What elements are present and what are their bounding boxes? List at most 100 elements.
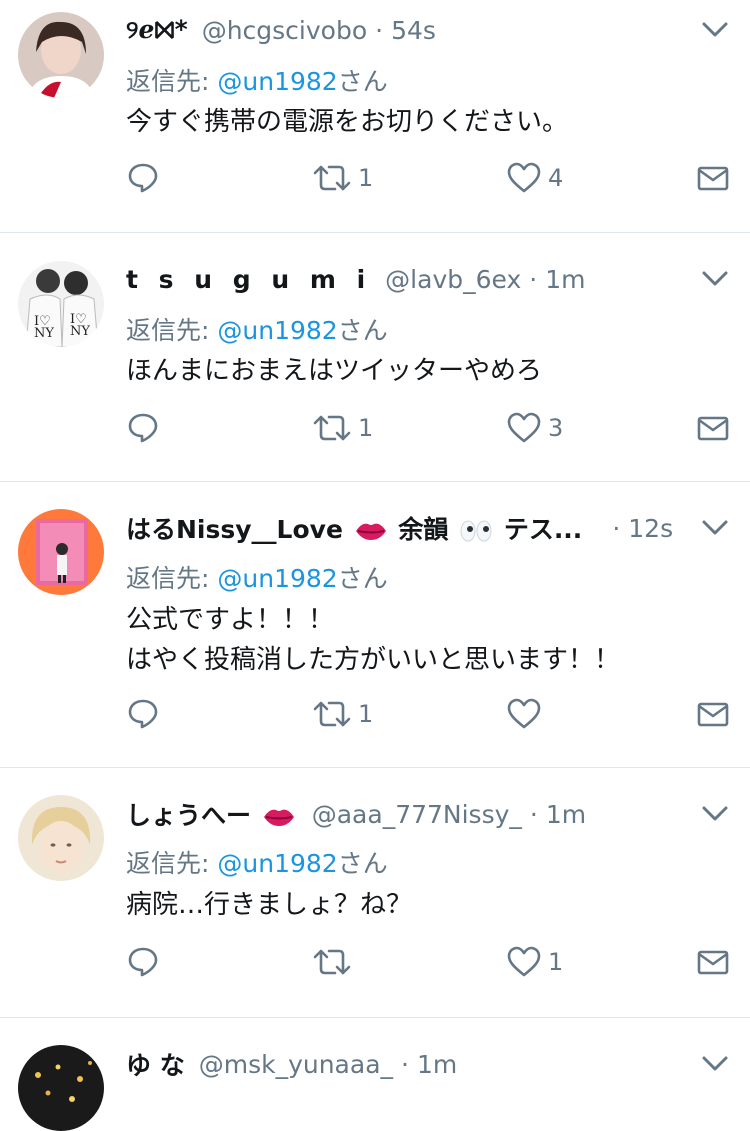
user-handle[interactable]: @msk_yunaaa_ [199, 1050, 393, 1079]
reply-mention[interactable]: @un1982 [217, 849, 337, 878]
separator-dot: · [401, 1049, 409, 1079]
tweet-actions: 1 4 [126, 160, 736, 196]
eyes-icon [460, 520, 492, 542]
display-name-part: 余韻 [398, 515, 449, 544]
reply-suffix: さん [337, 849, 388, 878]
tweet-header: ゆ な @msk_yunaaa_ · 1m [126, 1044, 690, 1084]
reply-icon [128, 413, 158, 443]
display-name[interactable]: はるNissy__Love 余韻 テス... [126, 510, 582, 546]
chevron-down-icon[interactable] [700, 14, 730, 44]
user-handle[interactable]: @aaa_777Nissy_ [312, 800, 522, 829]
retweet-icon [313, 165, 351, 191]
tweet[interactable]: ゆ な @msk_yunaaa_ · 1m [0, 1018, 750, 1131]
reply-button[interactable] [126, 944, 160, 980]
display-name[interactable]: t s u g u m i [126, 265, 371, 294]
timestamp[interactable]: 1m [546, 800, 586, 829]
avatar[interactable]: I♡ NY I♡ NY [18, 261, 104, 347]
chevron-down-icon[interactable] [700, 1048, 730, 1078]
separator-dot: · [612, 513, 621, 543]
tweet-text-line: 病院…行きましょ？ね？ [126, 890, 413, 920]
tweet[interactable]: I♡ NY I♡ NY t s u g u m i @lavb_6ex · 1m… [0, 233, 750, 482]
heart-icon [507, 698, 541, 729]
timestamp[interactable]: 54s [391, 16, 436, 45]
tweet-text-line: 今すぐ携帯の電源をお切りください。 [126, 107, 569, 137]
mail-icon [697, 702, 729, 727]
reply-context: 返信先: @un1982さん [126, 311, 388, 347]
svg-text:NY: NY [34, 326, 54, 341]
tweet-actions: 1 [126, 944, 736, 980]
display-name-part: はるNissy__Love [126, 515, 343, 544]
tweet[interactable]: しょうへー @aaa_777Nissy_ · 1m 返信先: @un1982さん… [0, 768, 750, 1018]
user-handle[interactable]: @hcgscivobo [202, 16, 367, 45]
reply-mention[interactable]: @un1982 [217, 564, 337, 593]
reply-prefix: 返信先: [126, 67, 210, 96]
user-handle[interactable]: @lavb_6ex [385, 265, 521, 294]
kiss-lips-icon [355, 523, 386, 540]
avatar[interactable] [18, 12, 104, 98]
heart-icon [507, 162, 541, 193]
tweet-actions: 1 3 [126, 410, 736, 446]
like-button[interactable]: 1 [506, 944, 563, 980]
timestamp[interactable]: 1m [545, 265, 585, 294]
reply-context: 返信先: @un1982さん [126, 559, 388, 595]
tweet[interactable]: ୨ℯ⨝* @hcgscivobo · 54s 返信先: @un1982さん 今す… [0, 0, 750, 233]
retweet-count: 1 [358, 164, 374, 192]
timestamp[interactable]: 1m [417, 1050, 457, 1079]
retweet-count: 1 [358, 414, 374, 442]
like-button[interactable] [506, 696, 548, 732]
dm-button[interactable] [696, 410, 730, 446]
reply-icon [128, 699, 158, 729]
tweet-header: t s u g u m i @lavb_6ex · 1m [126, 259, 690, 299]
chevron-down-icon[interactable] [700, 798, 730, 828]
dm-button[interactable] [696, 944, 730, 980]
tweet-header: ୨ℯ⨝* @hcgscivobo · 54s [126, 10, 690, 50]
dm-button[interactable] [696, 696, 730, 732]
tweet-text: 公式ですよ！！！ はやく投稿消した方がいいと思います！！ [126, 600, 620, 680]
tweet[interactable]: はるNissy__Love 余韻 テス... · 12s 返信先: @un198… [0, 482, 750, 768]
display-name[interactable]: しょうへー [126, 796, 298, 832]
timestamp[interactable]: 12s [628, 514, 673, 543]
chevron-down-icon[interactable] [700, 263, 730, 293]
reply-button[interactable] [126, 696, 160, 732]
retweet-button[interactable]: 1 [312, 160, 373, 196]
reply-prefix: 返信先: [126, 564, 210, 593]
display-name[interactable]: ゆ な [126, 1046, 185, 1082]
display-name[interactable]: ୨ℯ⨝* [126, 15, 188, 45]
reply-button[interactable] [126, 410, 160, 446]
avatar[interactable] [18, 795, 104, 881]
retweet-icon [313, 949, 351, 975]
reply-mention[interactable]: @un1982 [217, 67, 337, 96]
reply-context: 返信先: @un1982さん [126, 62, 388, 98]
mail-icon [697, 166, 729, 191]
tweet-text-line: ほんまにおまえはツイッターやめろ [126, 356, 543, 386]
separator-dot: · [375, 15, 384, 45]
reply-suffix: さん [337, 316, 388, 345]
tweet-text-line: はやく投稿消した方がいいと思います！！ [126, 645, 621, 675]
display-name-part: しょうへー [126, 801, 252, 830]
reply-prefix: 返信先: [126, 316, 210, 345]
tweet-text: ほんまにおまえはツイッターやめろ [126, 351, 542, 391]
reply-icon [128, 163, 158, 193]
reply-button[interactable] [126, 160, 160, 196]
heart-icon [507, 946, 541, 977]
reply-context: 返信先: @un1982さん [126, 844, 388, 880]
retweet-count: 1 [358, 700, 374, 728]
tweet-text: 今すぐ携帯の電源をお切りください。 [126, 102, 568, 142]
retweet-button[interactable]: 1 [312, 696, 373, 732]
avatar[interactable] [18, 509, 104, 595]
retweet-icon [313, 415, 351, 441]
retweet-button[interactable]: 1 [312, 410, 373, 446]
retweet-button[interactable] [312, 944, 358, 980]
tweet-header: はるNissy__Love 余韻 テス... · 12s [126, 508, 690, 548]
tweet-actions: 1 [126, 696, 736, 732]
like-count: 4 [548, 164, 564, 192]
chevron-down-icon[interactable] [700, 512, 730, 542]
dm-button[interactable] [696, 160, 730, 196]
retweet-icon [313, 701, 351, 727]
reply-mention[interactable]: @un1982 [217, 316, 337, 345]
like-count: 1 [548, 948, 564, 976]
kiss-lips-icon [263, 809, 294, 826]
like-button[interactable]: 4 [506, 160, 563, 196]
like-button[interactable]: 3 [506, 410, 563, 446]
avatar[interactable] [18, 1045, 104, 1131]
